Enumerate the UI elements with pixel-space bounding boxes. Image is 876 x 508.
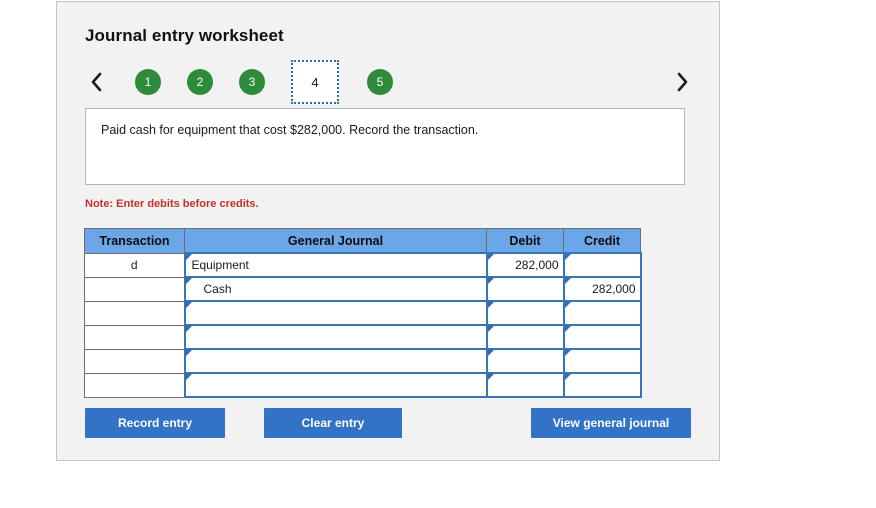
tab-entry-3-label: 3 bbox=[248, 75, 256, 89]
transaction-prompt-box: Paid cash for equipment that cost $282,0… bbox=[85, 108, 685, 185]
journal-entry-panel: Journal entry worksheet 1 2 3 4 5 Paid c… bbox=[56, 1, 720, 461]
account-select-cell[interactable] bbox=[183, 348, 488, 374]
dropdown-marker-icon bbox=[564, 302, 571, 308]
dropdown-marker-icon bbox=[487, 278, 494, 284]
chevron-right-icon bbox=[677, 72, 687, 92]
account-select-cell[interactable] bbox=[183, 300, 488, 326]
tab-entry-1[interactable]: 1 bbox=[135, 69, 161, 95]
credit-input-cell[interactable] bbox=[562, 372, 642, 398]
tab-entry-4-label: 4 bbox=[311, 74, 319, 90]
transaction-label-cell: d bbox=[84, 252, 185, 278]
account-select-cell[interactable]: Equipment bbox=[183, 252, 488, 278]
clear-entry-button[interactable]: Clear entry bbox=[264, 408, 402, 438]
debit-input-cell[interactable] bbox=[485, 300, 565, 326]
debit-input-cell[interactable] bbox=[485, 324, 565, 350]
table-row bbox=[84, 300, 642, 326]
transaction-prompt-text: Paid cash for equipment that cost $282,0… bbox=[101, 123, 479, 137]
tab-entry-5-label: 5 bbox=[376, 75, 384, 89]
dropdown-marker-icon bbox=[564, 278, 571, 284]
column-header-transaction: Transaction bbox=[84, 228, 185, 254]
dropdown-marker-icon bbox=[185, 278, 192, 284]
tab-entry-2-label: 2 bbox=[196, 75, 204, 89]
table-header-row: Transaction General Journal Debit Credit bbox=[84, 228, 641, 254]
debit-input-cell[interactable] bbox=[485, 372, 565, 398]
transaction-label-cell bbox=[84, 348, 185, 374]
dropdown-marker-icon bbox=[185, 302, 192, 308]
journal-entry-table: Transaction General Journal Debit Credit… bbox=[84, 228, 642, 398]
prev-entry-button[interactable] bbox=[85, 67, 107, 97]
account-select-cell[interactable]: Cash bbox=[183, 276, 488, 302]
transaction-label-cell bbox=[84, 324, 185, 350]
credit-input-cell[interactable] bbox=[562, 348, 642, 374]
dropdown-marker-icon bbox=[487, 254, 494, 260]
debit-value: 282,000 bbox=[515, 258, 559, 272]
column-header-general-journal: General Journal bbox=[184, 228, 487, 254]
debit-input-cell[interactable]: 282,000 bbox=[485, 252, 565, 278]
tab-entry-5[interactable]: 5 bbox=[367, 69, 393, 95]
dropdown-marker-icon bbox=[487, 350, 494, 356]
worksheet-page: Journal entry worksheet 1 2 3 4 5 Paid c… bbox=[0, 0, 876, 508]
table-row bbox=[84, 372, 642, 398]
dropdown-marker-icon bbox=[487, 302, 494, 308]
transaction-label-cell bbox=[84, 276, 185, 302]
dropdown-marker-icon bbox=[185, 350, 192, 356]
debits-before-credits-note: Note: Enter debits before credits. bbox=[85, 198, 259, 210]
table-row: Cash 282,000 bbox=[84, 276, 642, 302]
worksheet-tab-strip: 1 2 3 4 5 bbox=[85, 60, 693, 104]
credit-input-cell[interactable] bbox=[562, 252, 642, 278]
account-value: Cash bbox=[203, 282, 232, 296]
dropdown-marker-icon bbox=[564, 374, 571, 380]
chevron-left-icon bbox=[91, 72, 101, 92]
column-header-credit: Credit bbox=[563, 228, 641, 254]
table-row: d Equipment 282,000 bbox=[84, 252, 642, 278]
table-row bbox=[84, 348, 642, 374]
dropdown-marker-icon bbox=[185, 254, 192, 260]
debit-input-cell[interactable] bbox=[485, 276, 565, 302]
dropdown-marker-icon bbox=[564, 326, 571, 332]
credit-input-cell[interactable] bbox=[562, 300, 642, 326]
table-row bbox=[84, 324, 642, 350]
dropdown-marker-icon bbox=[564, 254, 571, 260]
dropdown-marker-icon bbox=[487, 326, 494, 332]
dropdown-marker-icon bbox=[185, 326, 192, 332]
credit-input-cell[interactable] bbox=[562, 324, 642, 350]
tab-entry-2[interactable]: 2 bbox=[187, 69, 213, 95]
account-select-cell[interactable] bbox=[183, 372, 488, 398]
transaction-label-cell bbox=[84, 300, 185, 326]
dropdown-marker-icon bbox=[487, 374, 494, 380]
page-title: Journal entry worksheet bbox=[85, 26, 284, 45]
account-value: Equipment bbox=[191, 258, 249, 272]
credit-input-cell[interactable]: 282,000 bbox=[562, 276, 642, 302]
tab-entry-1-label: 1 bbox=[144, 75, 152, 89]
credit-value: 282,000 bbox=[592, 282, 636, 296]
dropdown-marker-icon bbox=[185, 374, 192, 380]
tab-entry-4[interactable]: 4 bbox=[291, 60, 339, 104]
transaction-label-cell bbox=[84, 372, 185, 398]
debit-input-cell[interactable] bbox=[485, 348, 565, 374]
record-entry-button[interactable]: Record entry bbox=[85, 408, 225, 438]
tab-entry-3[interactable]: 3 bbox=[239, 69, 265, 95]
column-header-debit: Debit bbox=[486, 228, 564, 254]
account-select-cell[interactable] bbox=[183, 324, 488, 350]
next-entry-button[interactable] bbox=[671, 67, 693, 97]
view-general-journal-button[interactable]: View general journal bbox=[531, 408, 691, 438]
dropdown-marker-icon bbox=[564, 350, 571, 356]
